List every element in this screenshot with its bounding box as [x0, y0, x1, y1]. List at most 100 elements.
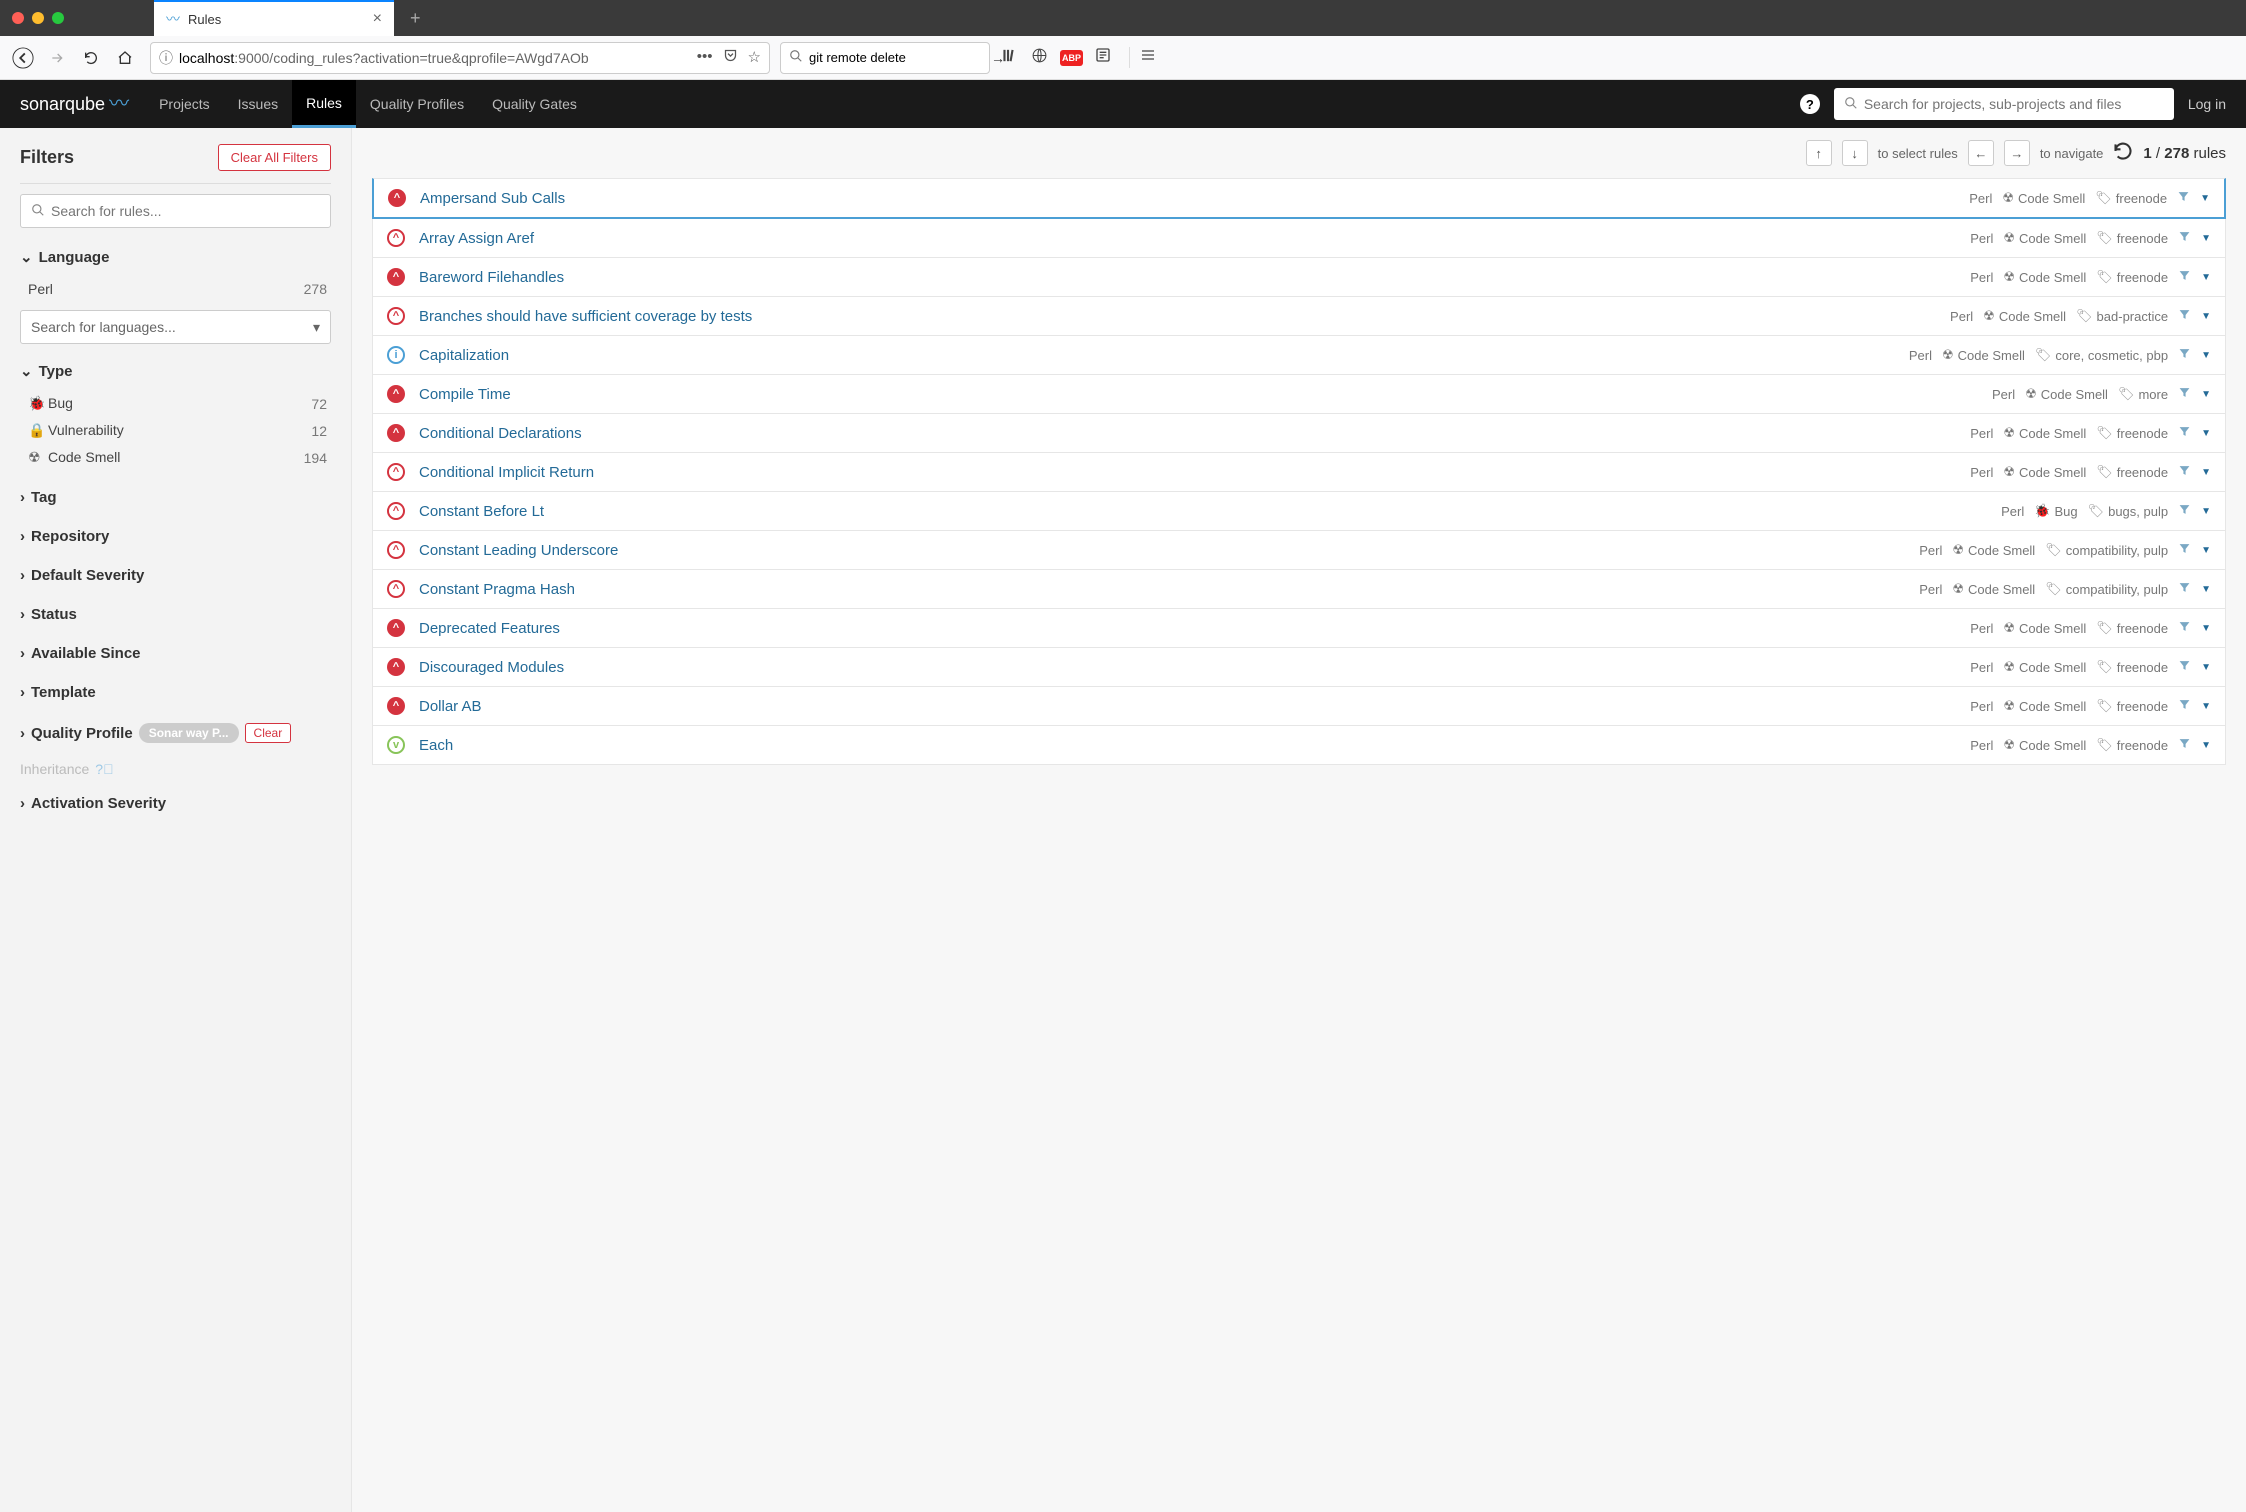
actions-caret-icon[interactable]: ▼ — [2201, 701, 2211, 712]
filter-icon[interactable] — [2178, 464, 2191, 480]
rule-search-input[interactable] — [51, 203, 320, 219]
global-search[interactable] — [1834, 88, 2174, 120]
facet-activation-severity-header[interactable]: › Activation Severity — [20, 791, 331, 816]
filter-icon[interactable] — [2178, 737, 2191, 753]
type-item-bug[interactable]: 🐞Bug72 — [24, 390, 331, 417]
filter-icon[interactable] — [2178, 581, 2191, 597]
rule-name-link[interactable]: Bareword Filehandles — [419, 269, 1956, 286]
actions-caret-icon[interactable]: ▼ — [2201, 428, 2211, 439]
site-info-icon[interactable]: ⓘ — [159, 48, 173, 68]
rule-name-link[interactable]: Conditional Declarations — [419, 425, 1956, 442]
language-select[interactable]: Search for languages... ▾ — [20, 310, 331, 344]
rule-name-link[interactable]: Capitalization — [419, 347, 1895, 364]
actions-caret-icon[interactable]: ▼ — [2201, 311, 2211, 322]
facet-repository-header[interactable]: ›Repository — [20, 524, 331, 549]
nav-rules[interactable]: Rules — [292, 80, 356, 128]
rule-row[interactable]: ^ Constant Before Lt Perl 🐞 Bug 🏷 bugs, … — [372, 492, 2226, 531]
rule-name-link[interactable]: Each — [419, 737, 1956, 754]
facet-available-since-header[interactable]: ›Available Since — [20, 641, 331, 666]
filter-icon[interactable] — [2178, 542, 2191, 558]
key-down-button[interactable]: ↓ — [1842, 140, 1868, 166]
close-window-button[interactable] — [12, 12, 24, 24]
rule-name-link[interactable]: Discouraged Modules — [419, 659, 1956, 676]
facet-language-header[interactable]: ⌄ Language — [20, 244, 331, 270]
rule-name-link[interactable]: Conditional Implicit Return — [419, 464, 1956, 481]
close-tab-icon[interactable]: × — [373, 10, 382, 28]
clear-quality-profile-button[interactable]: Clear — [245, 723, 292, 743]
rule-name-link[interactable]: Ampersand Sub Calls — [420, 190, 1955, 207]
back-button[interactable] — [8, 43, 38, 73]
rule-name-link[interactable]: Array Assign Aref — [419, 230, 1956, 247]
clear-all-filters-button[interactable]: Clear All Filters — [218, 144, 331, 171]
filter-icon[interactable] — [2178, 620, 2191, 636]
rule-row[interactable]: v Each Perl ☢ Code Smell 🏷 freenode ▼ — [372, 726, 2226, 765]
rule-row[interactable]: ^ Constant Leading Underscore Perl ☢ Cod… — [372, 531, 2226, 570]
nav-quality-profiles[interactable]: Quality Profiles — [356, 80, 478, 128]
nav-issues[interactable]: Issues — [224, 80, 292, 128]
facet-quality-profile-header[interactable]: › Quality Profile Sonar way P... Clear — [20, 719, 331, 747]
rule-search-box[interactable] — [20, 194, 331, 228]
home-button[interactable] — [110, 43, 140, 73]
rule-name-link[interactable]: Dollar AB — [419, 698, 1956, 715]
rule-name-link[interactable]: Compile Time — [419, 386, 1978, 403]
actions-caret-icon[interactable]: ▼ — [2201, 740, 2211, 751]
rule-row[interactable]: ^ Dollar AB Perl ☢ Code Smell 🏷 freenode… — [372, 687, 2226, 726]
maximize-window-button[interactable] — [52, 12, 64, 24]
pocket-icon[interactable] — [723, 48, 738, 67]
actions-caret-icon[interactable]: ▼ — [2201, 623, 2211, 634]
new-tab-button[interactable]: + — [400, 8, 431, 29]
rule-row[interactable]: ^ Constant Pragma Hash Perl ☢ Code Smell… — [372, 570, 2226, 609]
info-icon[interactable]: ?⃝ — [95, 761, 113, 777]
rule-row[interactable]: ^ Bareword Filehandles Perl ☢ Code Smell… — [372, 258, 2226, 297]
filter-icon[interactable] — [2178, 425, 2191, 441]
actions-caret-icon[interactable]: ▼ — [2201, 350, 2211, 361]
filter-icon[interactable] — [2178, 269, 2191, 285]
filter-icon[interactable] — [2178, 659, 2191, 675]
global-search-input[interactable] — [1864, 96, 2164, 112]
rule-row[interactable]: ^ Branches should have sufficient covera… — [372, 297, 2226, 336]
actions-caret-icon[interactable]: ▼ — [2201, 506, 2211, 517]
actions-caret-icon[interactable]: ▼ — [2201, 389, 2211, 400]
facet-type-header[interactable]: ⌄ Type — [20, 358, 331, 384]
facet-status-header[interactable]: ›Status — [20, 602, 331, 627]
type-item-vulnerability[interactable]: 🔒Vulnerability12 — [24, 417, 331, 444]
rule-name-link[interactable]: Constant Before Lt — [419, 503, 1987, 520]
login-link[interactable]: Log in — [2188, 96, 2226, 112]
rule-name-link[interactable]: Constant Leading Underscore — [419, 542, 1905, 559]
actions-caret-icon[interactable]: ▼ — [2201, 233, 2211, 244]
bookmark-star-icon[interactable]: ☆ — [748, 48, 761, 67]
nav-projects[interactable]: Projects — [145, 80, 224, 128]
facet-tag-header[interactable]: ›Tag — [20, 485, 331, 510]
rule-row[interactable]: ^ Array Assign Aref Perl ☢ Code Smell 🏷 … — [372, 219, 2226, 258]
address-bar[interactable]: ⓘ localhost:9000/coding_rules?activation… — [150, 42, 770, 74]
reload-button[interactable] — [76, 43, 106, 73]
rule-row[interactable]: ^ Ampersand Sub Calls Perl ☢ Code Smell … — [372, 178, 2226, 219]
filter-icon[interactable] — [2178, 698, 2191, 714]
rule-row[interactable]: ^ Compile Time Perl ☢ Code Smell 🏷 more … — [372, 375, 2226, 414]
rule-name-link[interactable]: Branches should have sufficient coverage… — [419, 308, 1936, 325]
filter-icon[interactable] — [2178, 386, 2191, 402]
help-icon[interactable]: ? — [1800, 94, 1820, 114]
rule-row[interactable]: ^ Conditional Declarations Perl ☢ Code S… — [372, 414, 2226, 453]
filter-icon[interactable] — [2178, 503, 2191, 519]
actions-caret-icon[interactable]: ▼ — [2201, 584, 2211, 595]
type-item-code-smell[interactable]: ☢Code Smell194 — [24, 444, 331, 471]
filter-icon[interactable] — [2178, 230, 2191, 246]
rule-name-link[interactable]: Constant Pragma Hash — [419, 581, 1905, 598]
actions-caret-icon[interactable]: ▼ — [2201, 662, 2211, 673]
browser-search-box[interactable]: → — [780, 42, 990, 74]
nav-quality-gates[interactable]: Quality Gates — [478, 80, 591, 128]
browser-search-input[interactable] — [809, 50, 985, 65]
facet-template-header[interactable]: ›Template — [20, 680, 331, 705]
language-item[interactable]: Perl278 — [24, 276, 331, 302]
actions-caret-icon[interactable]: ▼ — [2201, 545, 2211, 556]
page-actions-icon[interactable]: ••• — [697, 48, 713, 67]
key-up-button[interactable]: ↑ — [1806, 140, 1832, 166]
forward-button[interactable] — [42, 43, 72, 73]
menu-icon[interactable] — [1129, 47, 1156, 68]
sonarqube-logo[interactable]: sonarqube 〰 — [20, 94, 129, 115]
rule-row[interactable]: i Capitalization Perl ☢ Code Smell 🏷 cor… — [372, 336, 2226, 375]
filter-icon[interactable] — [2177, 190, 2190, 206]
rule-row[interactable]: ^ Deprecated Features Perl ☢ Code Smell … — [372, 609, 2226, 648]
library-icon[interactable] — [1002, 47, 1019, 69]
